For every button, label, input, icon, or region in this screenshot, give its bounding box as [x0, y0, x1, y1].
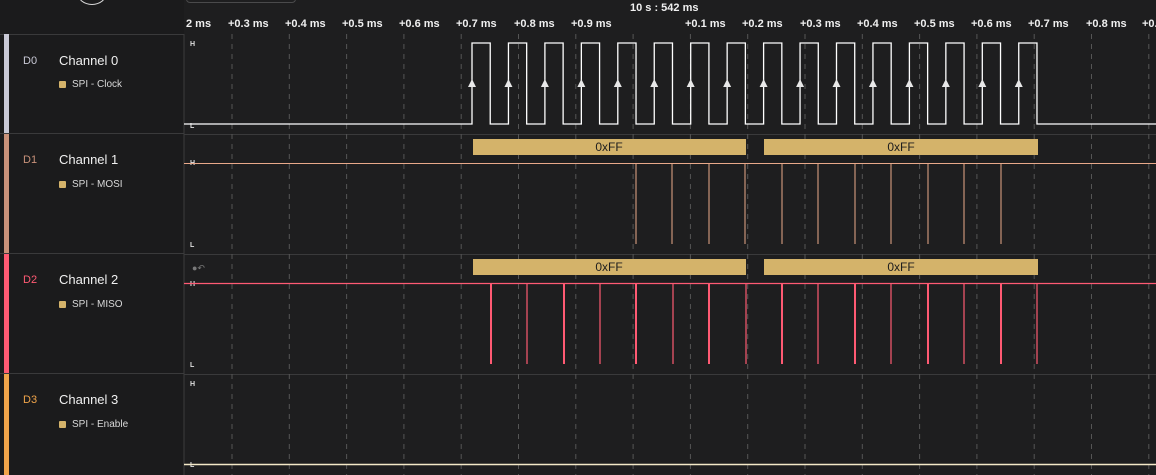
level-low-marker: L [190, 242, 195, 249]
level-high-marker: H [190, 41, 195, 48]
waveform-area[interactable]: H L H L H L H L 0xFF 0xFF 0xFF 0xFF [0, 0, 1156, 475]
svg-text:0xFF: 0xFF [595, 140, 622, 154]
level-low-marker: L [190, 362, 195, 369]
miso-decode-2[interactable]: 0xFF [764, 259, 1038, 275]
miso-decode-1[interactable]: 0xFF [473, 259, 746, 275]
level-high-marker: H [190, 281, 195, 288]
mosi-decode-1[interactable]: 0xFF [473, 139, 746, 155]
level-low-marker: L [190, 462, 195, 469]
svg-text:0xFF: 0xFF [887, 140, 914, 154]
level-high-marker: H [190, 381, 195, 388]
svg-text:0xFF: 0xFF [595, 260, 622, 274]
svg-text:0xFF: 0xFF [887, 260, 914, 274]
trigger-icon[interactable]: ●↶ [192, 263, 205, 274]
mosi-decode-2[interactable]: 0xFF [764, 139, 1038, 155]
